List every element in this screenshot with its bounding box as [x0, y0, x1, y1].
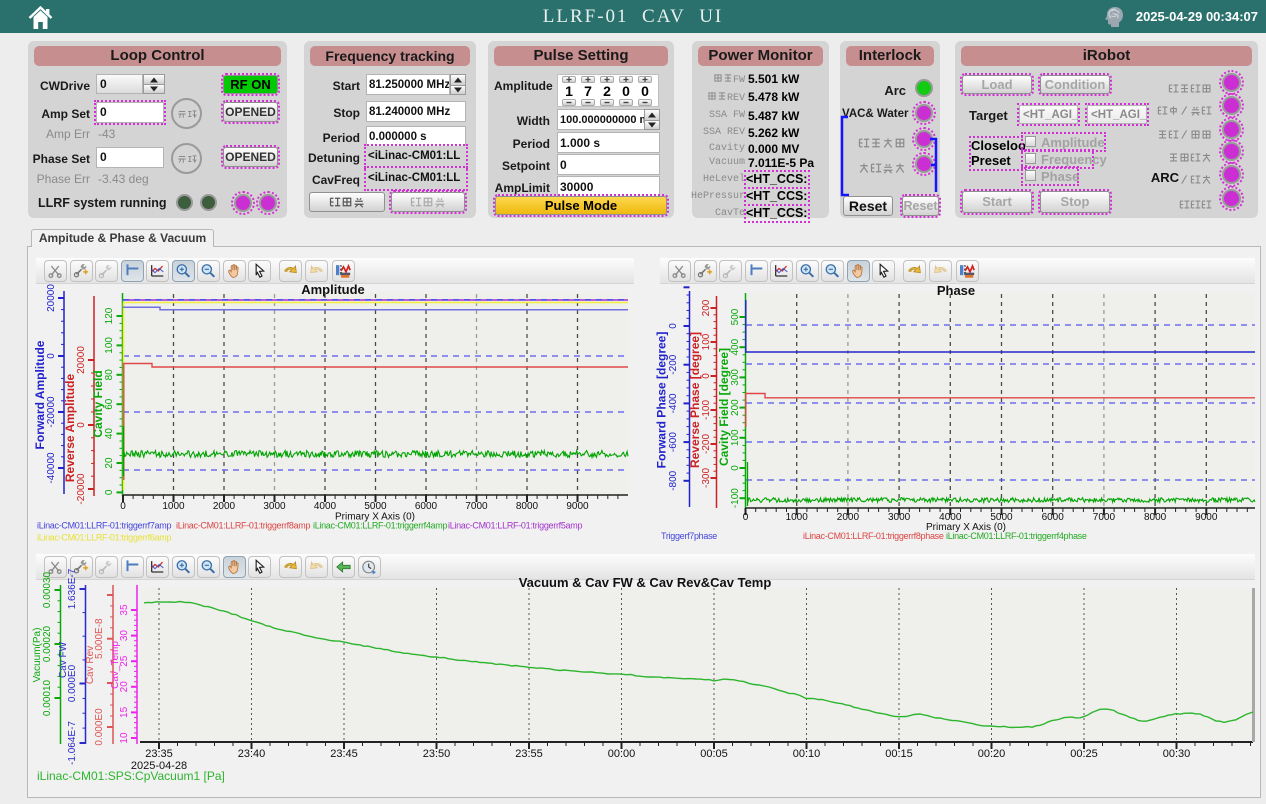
- svg-text:0.00020: 0.00020: [42, 625, 53, 662]
- svg-text:Reverse Phase [degree]: Reverse Phase [degree]: [688, 332, 702, 468]
- svg-text:-200: -200: [668, 354, 679, 374]
- svg-text:300: 300: [730, 369, 741, 386]
- svg-text:100: 100: [104, 337, 115, 354]
- svg-text:-100: -100: [701, 400, 712, 420]
- svg-text:iLinac-CM01:LLRF-01:triggerrf8: iLinac-CM01:LLRF-01:triggerrf8phase: [803, 531, 944, 541]
- svg-text:0: 0: [730, 465, 741, 471]
- svg-text:5000: 5000: [364, 501, 387, 512]
- svg-text:60: 60: [104, 398, 115, 410]
- svg-text:0: 0: [668, 323, 679, 329]
- svg-text:30: 30: [119, 630, 130, 642]
- svg-text:0.00010: 0.00010: [42, 679, 53, 716]
- svg-text:00:10: 00:10: [793, 748, 821, 760]
- svg-text:00:05: 00:05: [700, 748, 728, 760]
- svg-text:20000: 20000: [46, 284, 57, 312]
- svg-text:2000: 2000: [213, 501, 236, 512]
- svg-text:-600: -600: [668, 432, 679, 452]
- svg-text:100: 100: [701, 333, 712, 350]
- svg-text:100: 100: [730, 429, 741, 446]
- svg-text:23:50: 23:50: [423, 748, 451, 760]
- svg-text:500: 500: [730, 308, 741, 325]
- svg-text:00:20: 00:20: [978, 748, 1006, 760]
- svg-text:80: 80: [104, 369, 115, 381]
- svg-text:0: 0: [120, 501, 126, 512]
- svg-text:00:15: 00:15: [885, 748, 913, 760]
- svg-text:1000: 1000: [786, 512, 809, 523]
- svg-text:200: 200: [701, 299, 712, 316]
- svg-text:6000: 6000: [415, 501, 438, 512]
- svg-text:0.00030: 0.00030: [42, 571, 53, 608]
- svg-text:-20000: -20000: [46, 396, 57, 428]
- svg-text:Forward Amplitude: Forward Amplitude: [33, 340, 47, 449]
- svg-text:0: 0: [104, 489, 115, 495]
- svg-text:-100: -100: [730, 488, 741, 508]
- svg-text:-200: -200: [701, 434, 712, 454]
- svg-text:Cav_Temp: Cav_Temp: [110, 641, 121, 689]
- svg-text:iLinac-CM01:LLRF-01:triggerrf6: iLinac-CM01:LLRF-01:triggerrf6amp: [37, 533, 171, 543]
- svg-text:00:30: 00:30: [1163, 748, 1191, 760]
- svg-text:iLinac-CM01:LLRF-01:triggerrf5: iLinac-CM01:LLRF-01:triggerrf5amp: [448, 521, 582, 531]
- svg-text:23:35: 23:35: [145, 748, 173, 760]
- svg-text:3000: 3000: [263, 501, 286, 512]
- svg-text:Reverse Amplitude: Reverse Amplitude: [63, 374, 77, 483]
- svg-text:7000: 7000: [465, 501, 488, 512]
- svg-text:Vacuum(Pa): Vacuum(Pa): [32, 628, 43, 683]
- svg-text:-1.064E-7: -1.064E-7: [67, 721, 78, 765]
- svg-text:15: 15: [119, 706, 130, 718]
- svg-text:20: 20: [104, 457, 115, 469]
- svg-text:23:40: 23:40: [238, 748, 266, 760]
- svg-text:0: 0: [46, 353, 57, 359]
- svg-text:0: 0: [76, 422, 87, 428]
- svg-text:23:45: 23:45: [330, 748, 358, 760]
- svg-text:20000: 20000: [76, 346, 87, 374]
- svg-text:0: 0: [701, 373, 712, 379]
- svg-text:3000: 3000: [888, 512, 911, 523]
- svg-text:10: 10: [119, 732, 130, 744]
- svg-text:35: 35: [119, 604, 130, 616]
- svg-text:6000: 6000: [1042, 512, 1065, 523]
- svg-text:Amplitude: Amplitude: [301, 282, 365, 297]
- svg-text:iLinac-CM01:LLRF-01:triggerrf4: iLinac-CM01:LLRF-01:triggerrf4amp: [313, 521, 447, 531]
- svg-text:iLinac-CM01:SPS:CpVacuum1 [Pa]: iLinac-CM01:SPS:CpVacuum1 [Pa]: [37, 769, 225, 783]
- svg-text:8000: 8000: [1144, 512, 1167, 523]
- svg-text:7000: 7000: [1093, 512, 1116, 523]
- svg-text:Triggerf7phase: Triggerf7phase: [661, 531, 717, 541]
- svg-text:1.636E-7: 1.636E-7: [67, 568, 78, 609]
- svg-text:Forward Phase [degree]: Forward Phase [degree]: [655, 332, 669, 469]
- svg-text:Cav Rev: Cav Rev: [85, 646, 96, 684]
- svg-text:120: 120: [104, 307, 115, 324]
- svg-text:-40000: -40000: [46, 452, 57, 484]
- svg-text:-20000: -20000: [76, 473, 87, 505]
- svg-text:-300: -300: [701, 468, 712, 488]
- svg-text:00:00: 00:00: [608, 748, 636, 760]
- svg-text:200: 200: [730, 399, 741, 416]
- svg-text:0: 0: [743, 512, 749, 523]
- svg-text:9000: 9000: [1195, 512, 1218, 523]
- svg-text:1000: 1000: [162, 501, 185, 512]
- svg-text:8000: 8000: [516, 501, 539, 512]
- svg-text:Cavity Field [degree]: Cavity Field [degree]: [717, 348, 731, 466]
- svg-text:0.000E0: 0.000E0: [94, 708, 105, 746]
- svg-text:iLinac-CM01:LLRF-01:triggerrf7: iLinac-CM01:LLRF-01:triggerrf7amp: [37, 521, 171, 531]
- svg-text:400: 400: [730, 338, 741, 355]
- svg-text:2000: 2000: [837, 512, 860, 523]
- svg-text:iLinac-CM01:LLRF-01:triggerrf8: iLinac-CM01:LLRF-01:triggerrf8amp: [176, 521, 310, 531]
- svg-text:Phase: Phase: [937, 283, 975, 298]
- svg-text:Cav FW: Cav FW: [58, 641, 69, 678]
- svg-text:Cavity Field: Cavity Field: [91, 370, 105, 437]
- svg-text:Vacuum & Cav FW & Cav Rev&Cav: Vacuum & Cav FW & Cav Rev&Cav Temp: [519, 575, 772, 590]
- svg-text:00:25: 00:25: [1070, 748, 1098, 760]
- svg-text:-400: -400: [668, 393, 679, 413]
- svg-text:iLinac-CM01:LLRF-01:triggerrf4: iLinac-CM01:LLRF-01:triggerrf4phase: [946, 531, 1087, 541]
- svg-text:40: 40: [104, 428, 115, 440]
- svg-text:-800: -800: [668, 470, 679, 490]
- svg-text:4000: 4000: [314, 501, 337, 512]
- svg-text:9000: 9000: [566, 501, 589, 512]
- svg-text:23:55: 23:55: [515, 748, 543, 760]
